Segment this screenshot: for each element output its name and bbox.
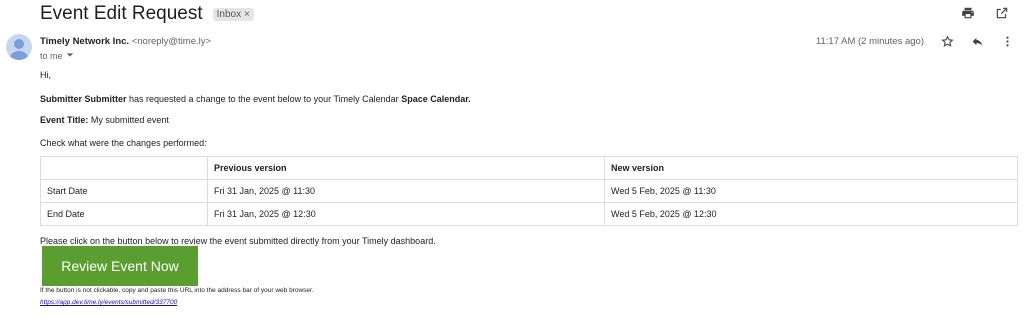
inbox-label-chip[interactable]: Inbox ×: [212, 7, 254, 21]
table-cell: Wed 5 Feb, 2025 @ 11:30: [604, 179, 1018, 203]
star-icon[interactable]: [940, 34, 954, 48]
open-in-new-window-icon[interactable]: [994, 5, 1010, 21]
message-meta: 11:17 AM (2 minutes ago): [816, 34, 1014, 48]
inbox-label-text: Inbox: [216, 8, 242, 20]
reply-icon[interactable]: [970, 34, 984, 48]
email-header: Event Edit Request Inbox ×: [40, 2, 254, 26]
check-changes-text: Check what were the changes performed:: [40, 138, 207, 148]
table-header: New version: [604, 156, 1018, 180]
table-cell: Fri 31 Jan, 2025 @ 11:30: [207, 179, 605, 203]
table-cell: Start Date: [40, 179, 208, 203]
table-cell: Fri 31 Jan, 2025 @ 12:30: [207, 202, 605, 226]
review-instructions: Please click on the button below to revi…: [40, 236, 436, 246]
greeting: Hi,: [40, 70, 51, 80]
submitter-name: Submitter Submitter: [40, 94, 127, 104]
table-row: Start Date Fri 31 Jan, 2025 @ 11:30 Wed …: [40, 179, 1018, 203]
chevron-down-icon: [66, 51, 74, 61]
fallback-note: If the button is not clickable, copy and…: [40, 287, 314, 294]
event-title-label: Event Title:: [40, 115, 89, 125]
table-row: End Date Fri 31 Jan, 2025 @ 12:30 Wed 5 …: [40, 202, 1018, 226]
table-cell: Wed 5 Feb, 2025 @ 12:30: [604, 202, 1018, 226]
sender-email: <noreply@time.ly>: [131, 36, 212, 47]
changes-table: Previous version New version Start Date …: [40, 156, 1018, 226]
recipient-label: to me: [40, 51, 63, 61]
submitted-event-link[interactable]: https://app.dev.time.ly/events/submitted…: [40, 299, 177, 306]
recipient-details-toggle[interactable]: to me: [40, 51, 74, 61]
table-cell: End Date: [40, 202, 208, 226]
message-timestamp: 11:17 AM (2 minutes ago): [815, 35, 924, 47]
request-text: has requested a change to the event belo…: [126, 94, 402, 104]
header-actions: [960, 5, 1010, 21]
table-header: [40, 156, 208, 180]
more-vertical-icon[interactable]: [1000, 34, 1014, 48]
table-header-row: Previous version New version: [40, 156, 1018, 180]
remove-label-button[interactable]: ×: [244, 9, 250, 20]
sender-avatar: [6, 34, 32, 60]
calendar-name: Space Calendar.: [401, 94, 471, 104]
sender-name: Timely Network Inc.: [40, 36, 130, 47]
table-header: Previous version: [207, 156, 605, 180]
review-event-button[interactable]: Review Event Now: [42, 246, 198, 286]
request-paragraph: Submitter Submitter has requested a chan…: [40, 94, 471, 104]
event-title-line: Event Title: My submitted event: [40, 115, 169, 125]
email-subject: Event Edit Request: [40, 3, 203, 24]
sender-info: Timely Network Inc. <noreply@time.ly>: [40, 36, 211, 47]
event-title-value: My submitted event: [88, 115, 169, 125]
print-icon[interactable]: [960, 5, 976, 21]
